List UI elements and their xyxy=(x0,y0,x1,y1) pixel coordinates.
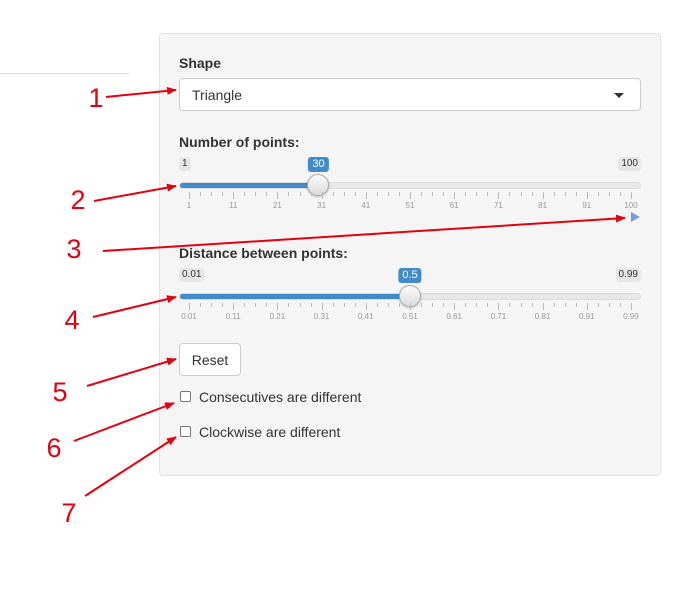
annotation-arrow-7 xyxy=(84,436,177,497)
annotation-number-7: 7 xyxy=(61,498,77,528)
annotation-number-2: 2 xyxy=(70,185,86,215)
annotation-number-1: 1 xyxy=(88,83,104,113)
annotation-arrow-3 xyxy=(102,214,626,252)
annotation-arrow-5 xyxy=(86,357,177,387)
annotation-arrow-6 xyxy=(73,402,175,442)
annotation-arrow-4 xyxy=(92,295,177,318)
annotation-number-3: 3 xyxy=(66,234,82,264)
annotation-arrow-1 xyxy=(105,86,177,98)
annotation-number-6: 6 xyxy=(46,433,62,463)
annotation-number-4: 4 xyxy=(64,305,80,335)
annotation-number-5: 5 xyxy=(52,377,68,407)
annotation-arrow-2 xyxy=(93,183,177,202)
